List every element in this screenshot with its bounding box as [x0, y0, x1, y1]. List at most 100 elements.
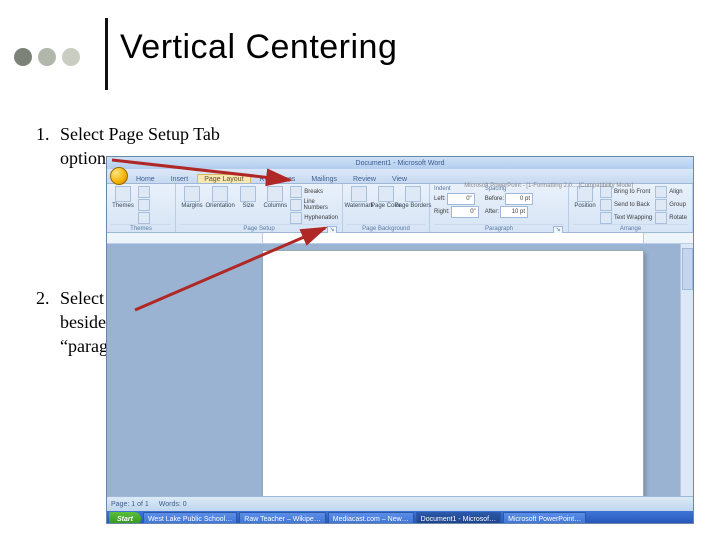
vertical-scrollbar[interactable]: [680, 244, 693, 496]
tab-home[interactable]: Home: [129, 174, 162, 183]
group-label-text: Paragraph: [485, 226, 513, 232]
group-page-setup: Margins Orientation Size Columns Breaks …: [176, 184, 343, 232]
status-words: Words: 0: [159, 501, 187, 508]
btn-label: Line Numbers: [304, 199, 338, 211]
dot-icon: [14, 48, 32, 66]
tab-view[interactable]: View: [385, 174, 414, 183]
tab-review[interactable]: Review: [346, 174, 383, 183]
btn-label: Position: [574, 203, 595, 209]
compat-note: Microsoft PowerPoint - [1-Formatting 2.0…: [464, 183, 633, 189]
group-button[interactable]: Group: [655, 199, 687, 211]
indent-right[interactable]: Right:0": [434, 206, 479, 218]
btn-label: Rotate: [669, 215, 687, 221]
decorative-dots: [14, 48, 80, 66]
step-number: 1.: [36, 122, 60, 170]
margins-icon: [184, 186, 200, 202]
scrollbar-thumb[interactable]: [682, 248, 693, 290]
align-button[interactable]: Align: [655, 186, 687, 198]
window-title: Document1 - Microsoft Word: [111, 160, 689, 167]
tab-page-layout[interactable]: Page Layout: [197, 174, 250, 183]
size-button[interactable]: Size: [236, 186, 260, 224]
field-label: After:: [485, 209, 499, 215]
fonts-button[interactable]: [138, 199, 150, 211]
status-bar: Page: 1 of 1 Words: 0: [107, 496, 693, 511]
field-label: Before:: [485, 196, 504, 202]
text-wrap-button[interactable]: Text Wrapping: [600, 212, 652, 224]
page-borders-icon: [405, 186, 421, 202]
btn-label: Watermark: [344, 203, 373, 209]
step-number: 2.: [36, 286, 60, 358]
line-numbers-icon: [290, 199, 301, 211]
group-arrange: Position Bring to Front Send to Back Tex…: [569, 184, 693, 232]
orientation-button[interactable]: Orientation: [207, 186, 233, 224]
send-back-button[interactable]: Send to Back: [600, 199, 652, 211]
page-borders-button[interactable]: Page Borders: [401, 186, 425, 209]
fonts-icon: [138, 199, 150, 211]
breaks-button[interactable]: Breaks: [290, 186, 338, 198]
watermark-button[interactable]: Watermark: [347, 186, 371, 209]
start-button[interactable]: Start: [109, 512, 141, 524]
slide: Vertical Centering 1. Select Page Setup …: [0, 0, 720, 540]
title-area: Vertical Centering: [0, 18, 720, 90]
start-label: Start: [117, 516, 133, 523]
group-icon: [655, 199, 667, 211]
tab-references[interactable]: References: [253, 174, 303, 183]
window-titlebar: Document1 - Microsoft Word: [107, 157, 693, 169]
group-label: Page Background: [347, 224, 425, 232]
taskbar-item[interactable]: Mediacast.com – New…: [328, 512, 414, 525]
taskbar-item[interactable]: Microsoft PowerPoint…: [503, 512, 586, 525]
effects-icon: [138, 212, 150, 224]
breaks-icon: [290, 186, 302, 198]
word-screenshot: Document1 - Microsoft Word Home Insert P…: [106, 156, 694, 524]
themes-icon: [115, 186, 131, 202]
office-orb-icon[interactable]: [110, 167, 128, 185]
field-label: Left:: [434, 196, 446, 202]
vertical-divider: [105, 18, 108, 90]
margins-button[interactable]: Margins: [180, 186, 204, 224]
group-label-text: Page Setup: [243, 226, 274, 232]
spacing-after[interactable]: After:10 pt: [485, 206, 533, 218]
position-button[interactable]: Position: [573, 186, 597, 224]
btn-label: Send to Back: [614, 202, 650, 208]
tab-insert[interactable]: Insert: [164, 174, 196, 183]
spacing-before[interactable]: Before:0 pt: [485, 193, 533, 205]
field-value: 0 pt: [505, 193, 533, 205]
btn-label: Orientation: [205, 203, 234, 209]
rotate-button[interactable]: Rotate: [655, 212, 687, 224]
ruler[interactable]: [107, 233, 693, 244]
indent-left[interactable]: Left:0": [434, 193, 479, 205]
btn-label: Text Wrapping: [614, 215, 652, 221]
effects-button[interactable]: [138, 212, 150, 224]
btn-label: Bring to Front: [614, 189, 650, 195]
document-area[interactable]: [107, 244, 693, 496]
dot-icon: [62, 48, 80, 66]
taskbar-item[interactable]: Raw Teacher – Wikipe…: [239, 512, 326, 525]
colors-button[interactable]: [138, 186, 150, 198]
btn-label: Columns: [263, 203, 287, 209]
themes-button[interactable]: Themes: [111, 186, 135, 224]
btn-label: Themes: [112, 203, 134, 209]
taskbar-item[interactable]: West Lake Public School…: [143, 512, 237, 525]
btn-label: Margins: [181, 203, 202, 209]
group-paragraph: Indent Left:0" Right:0" Spacing Before:0…: [430, 184, 569, 232]
field-value: 10 pt: [500, 206, 528, 218]
watermark-icon: [351, 186, 367, 202]
columns-button[interactable]: Columns: [263, 186, 287, 224]
tab-mailings[interactable]: Mailings: [304, 174, 344, 183]
btn-label: Align: [669, 189, 682, 195]
ruler-inner: [262, 233, 644, 243]
btn-label: Page Borders: [395, 203, 432, 209]
ribbon-tabs: Home Insert Page Layout References Maili…: [107, 169, 693, 184]
dot-icon: [38, 48, 56, 66]
line-numbers-button[interactable]: Line Numbers: [290, 199, 338, 211]
rotate-icon: [655, 212, 667, 224]
btn-label: Size: [242, 203, 254, 209]
document-page[interactable]: [262, 250, 644, 496]
taskbar-item[interactable]: Document1 - Microsof…: [416, 512, 501, 525]
hyphenation-icon: [290, 212, 302, 224]
align-icon: [655, 186, 667, 198]
hyphenation-button[interactable]: Hyphenation: [290, 212, 338, 224]
columns-icon: [267, 186, 283, 202]
slide-title: Vertical Centering: [120, 28, 397, 67]
status-page: Page: 1 of 1: [111, 501, 149, 508]
